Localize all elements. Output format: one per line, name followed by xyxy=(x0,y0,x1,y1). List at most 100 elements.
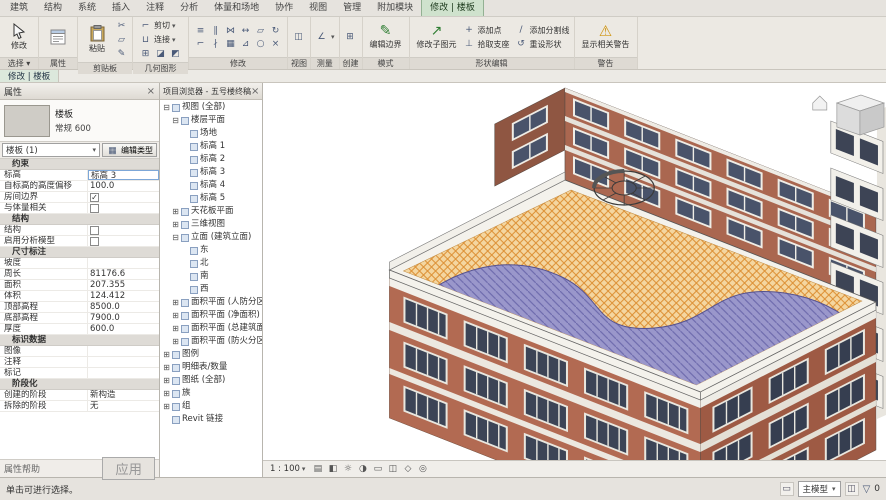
match-type-icon[interactable]: ✎ xyxy=(115,47,128,60)
tree-expand-icon[interactable]: ⊞ xyxy=(171,309,180,322)
reset-shape-button[interactable]: ↺ 重设形状 xyxy=(515,38,570,51)
ribbon-tab[interactable]: 视图 xyxy=(301,0,335,16)
properties-help-link[interactable]: 属性帮助 xyxy=(4,462,40,475)
property-group-header[interactable]: 约束 xyxy=(0,159,159,170)
tree-collapse-icon[interactable]: ⊟ xyxy=(171,114,180,127)
align-icon[interactable]: ≡ xyxy=(193,24,208,37)
delete-icon[interactable]: × xyxy=(268,37,283,50)
panel-caption-select[interactable]: 选择 ▾ xyxy=(0,57,38,69)
copy-icon[interactable]: ▱ xyxy=(253,24,268,37)
tree-item[interactable]: 西 xyxy=(160,283,262,296)
panel-caption-clipboard[interactable]: 剪贴板 xyxy=(78,62,132,74)
3d-view[interactable] xyxy=(263,83,886,460)
ribbon-tab[interactable]: 协作 xyxy=(267,0,301,16)
design-option-combo[interactable]: 主模型 ▾ xyxy=(797,481,841,497)
show-crop-icon[interactable]: ◫ xyxy=(386,463,399,476)
panel-caption-create[interactable]: 创建 xyxy=(339,57,362,69)
property-group-header[interactable]: 阶段化 xyxy=(0,379,159,390)
tree-item[interactable]: ⊞ 族 xyxy=(160,387,262,400)
property-checkbox[interactable] xyxy=(90,226,99,235)
add-point-button[interactable]: + 添加点 xyxy=(463,24,510,37)
view-cube[interactable] xyxy=(835,94,886,136)
join-geometry-button[interactable]: ⊔ 连接 ▾ xyxy=(137,33,184,46)
pick-supports-button[interactable]: ⊥ 拾取支座 xyxy=(463,38,509,51)
exclude-options-icon[interactable]: ◫ xyxy=(844,482,859,496)
tree-item[interactable]: Revit 链接 xyxy=(160,413,262,426)
tree-item[interactable]: ⊟ 视图 (全部) xyxy=(160,101,262,114)
edit-type-button[interactable]: ▦ 编辑类型 xyxy=(102,143,157,157)
property-value[interactable] xyxy=(88,346,159,356)
tree-item[interactable]: ⊞ 面积平面 (人防分区面积) xyxy=(160,296,262,309)
tree-item[interactable]: ⊟ 楼层平面 xyxy=(160,114,262,127)
tree-item[interactable]: ⊞ 图纸 (全部) xyxy=(160,374,262,387)
property-value[interactable] xyxy=(88,357,159,367)
panel-caption-modify[interactable]: 修改 xyxy=(189,57,287,69)
temporary-hide-icon[interactable]: ◇ xyxy=(401,463,414,476)
crop-view-icon[interactable]: ▭ xyxy=(371,463,384,476)
filter-icon[interactable]: ▽ xyxy=(863,484,871,495)
tree-item[interactable]: ⊞ 明细表/数量 xyxy=(160,361,262,374)
tree-item[interactable]: 标高 5 xyxy=(160,192,262,205)
measure-icon[interactable]: ∠ xyxy=(315,31,328,44)
tree-expand-icon[interactable]: ⊞ xyxy=(171,205,180,218)
panel-caption-properties[interactable]: 属性 xyxy=(39,57,77,69)
cut-geometry-button[interactable]: ⌐ 剪切 ▾ xyxy=(137,19,184,32)
tree-item[interactable]: 标高 3 xyxy=(160,166,262,179)
thin-lines-icon[interactable]: ◫ xyxy=(292,31,305,44)
tree-item[interactable]: 东 xyxy=(160,244,262,257)
property-value[interactable]: 无 xyxy=(88,401,159,411)
tree-item[interactable]: 场地 xyxy=(160,127,262,140)
tree-expand-icon[interactable]: ⊞ xyxy=(162,348,171,361)
tree-collapse-icon[interactable]: ⊟ xyxy=(162,101,171,114)
tree-expand-icon[interactable]: ⊞ xyxy=(162,400,171,413)
property-value[interactable]: 124.412 xyxy=(88,291,159,301)
tree-expand-icon[interactable]: ⊞ xyxy=(162,361,171,374)
mirror-icon[interactable]: ⋈ xyxy=(223,24,238,37)
pin-icon[interactable]: ○ xyxy=(253,37,268,50)
property-group-header[interactable]: 标识数据 xyxy=(0,335,159,346)
detail-level-icon[interactable]: ▤ xyxy=(311,463,324,476)
show-related-warnings-button[interactable]: ⚠ 显示相关警告 xyxy=(579,23,633,50)
close-icon[interactable]: × xyxy=(147,86,155,97)
property-value[interactable]: 100.0 xyxy=(88,181,159,191)
properties-button[interactable] xyxy=(43,28,73,46)
property-value[interactable]: 7900.0 xyxy=(88,313,159,323)
tree-item[interactable]: ⊞ 天花板平面 xyxy=(160,205,262,218)
apply-button[interactable]: 应用 xyxy=(102,457,155,480)
property-value[interactable]: 新构造 xyxy=(88,390,159,400)
panel-caption-measure[interactable]: 测量 xyxy=(311,57,339,69)
tree-item[interactable]: ⊞ 面积平面 (净面积) xyxy=(160,309,262,322)
tree-expand-icon[interactable]: ⊞ xyxy=(171,335,180,348)
ribbon-tab[interactable]: 注释 xyxy=(138,0,172,16)
ribbon-tab[interactable]: 插入 xyxy=(104,0,138,16)
property-group-header[interactable]: 结构 xyxy=(0,214,159,225)
ribbon-tab[interactable]: 系统 xyxy=(70,0,104,16)
split-face-icon[interactable]: ◪ xyxy=(154,47,167,60)
demolish-icon[interactable]: ◩ xyxy=(169,47,182,60)
property-value[interactable]: 8500.0 xyxy=(88,302,159,312)
property-checkbox[interactable]: ✓ xyxy=(90,193,99,202)
ribbon-tab[interactable]: 建筑 xyxy=(2,0,36,16)
ribbon-tab[interactable]: 体量和场地 xyxy=(206,0,267,16)
tree-item[interactable]: 南 xyxy=(160,270,262,283)
rotate-icon[interactable]: ↻ xyxy=(268,24,283,37)
tree-expand-icon[interactable]: ⊞ xyxy=(162,374,171,387)
property-value[interactable]: 207.355 xyxy=(88,280,159,290)
tree-expand-icon[interactable]: ⊞ xyxy=(171,218,180,231)
reveal-hidden-icon[interactable]: ◎ xyxy=(416,463,429,476)
tree-item[interactable]: ⊞ 面积平面 (总建筑面积) xyxy=(160,322,262,335)
wall-joins-icon[interactable]: ⊞ xyxy=(139,47,152,60)
ribbon-context-tab[interactable]: 修改 | 楼板 xyxy=(421,0,484,16)
cut-icon[interactable]: ✂ xyxy=(115,19,128,32)
scale-icon[interactable]: ⊿ xyxy=(238,37,253,50)
type-selector-combo[interactable]: 楼板 (1) ▾ xyxy=(2,143,100,157)
panel-caption-shape-editing[interactable]: 形状编辑 xyxy=(409,57,574,69)
array-icon[interactable]: ▦ xyxy=(223,37,238,50)
property-checkbox[interactable] xyxy=(90,204,99,213)
property-value[interactable]: 81176.6 xyxy=(88,269,159,279)
tree-expand-icon[interactable]: ⊞ xyxy=(171,322,180,335)
visual-style-icon[interactable]: ◧ xyxy=(326,463,339,476)
building-model[interactable] xyxy=(388,87,886,460)
tree-item[interactable]: ⊞ 组 xyxy=(160,400,262,413)
offset-icon[interactable]: ∥ xyxy=(208,24,223,37)
